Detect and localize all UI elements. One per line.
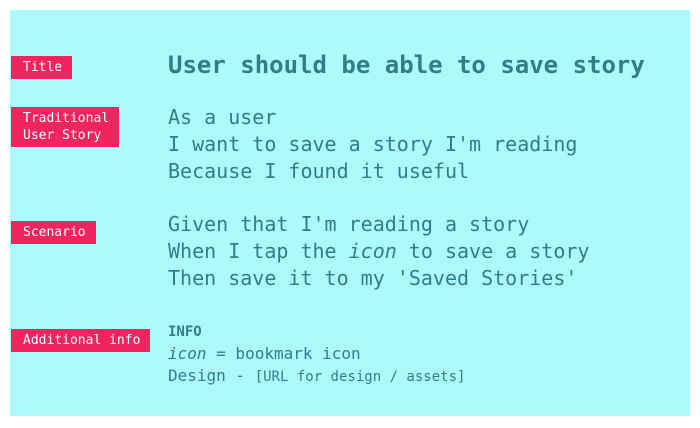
info-design-line: Design - [URL for design / assets] [168,365,465,388]
scenario-line: Given that I'm reading a story [168,212,530,236]
info-design-label: Design - [168,366,255,385]
story-title: User should be able to save story [168,51,645,79]
additional-info-tag: Additional info [11,329,151,352]
info-design-value: [URL for design / assets] [254,369,466,385]
info-heading: INFO [168,324,202,340]
scenario-line-start: When I tap the [168,239,349,263]
traditional-user-story-tag: Traditional User Story [11,107,120,147]
additional-info-text: INFO icon = bookmark icon Design - [URL … [168,321,465,388]
info-icon-description: = bookmark icon [206,344,361,363]
story-line: As a user [168,105,277,129]
title-tag: Title [11,56,73,79]
info-icon-word: icon [168,344,207,363]
scenario-icon-word: icon [348,239,397,263]
scenario-tag: Scenario [11,221,96,244]
story-line: Because I found it useful [168,159,470,183]
user-story-card: Title User should be able to save story … [10,10,690,416]
scenario-text: Given that I'm reading a story When I ta… [168,211,589,292]
scenario-line: When I tap the icon to save a story [168,238,589,265]
story-line: I want to save a story I'm reading [168,132,578,156]
user-story-text: As a user I want to save a story I'm rea… [168,104,577,185]
scenario-line: Then save it to my 'Saved Stories' [168,266,578,290]
info-icon-line: icon = bookmark icon [168,343,465,365]
scenario-line-end: to save a story [396,239,590,263]
